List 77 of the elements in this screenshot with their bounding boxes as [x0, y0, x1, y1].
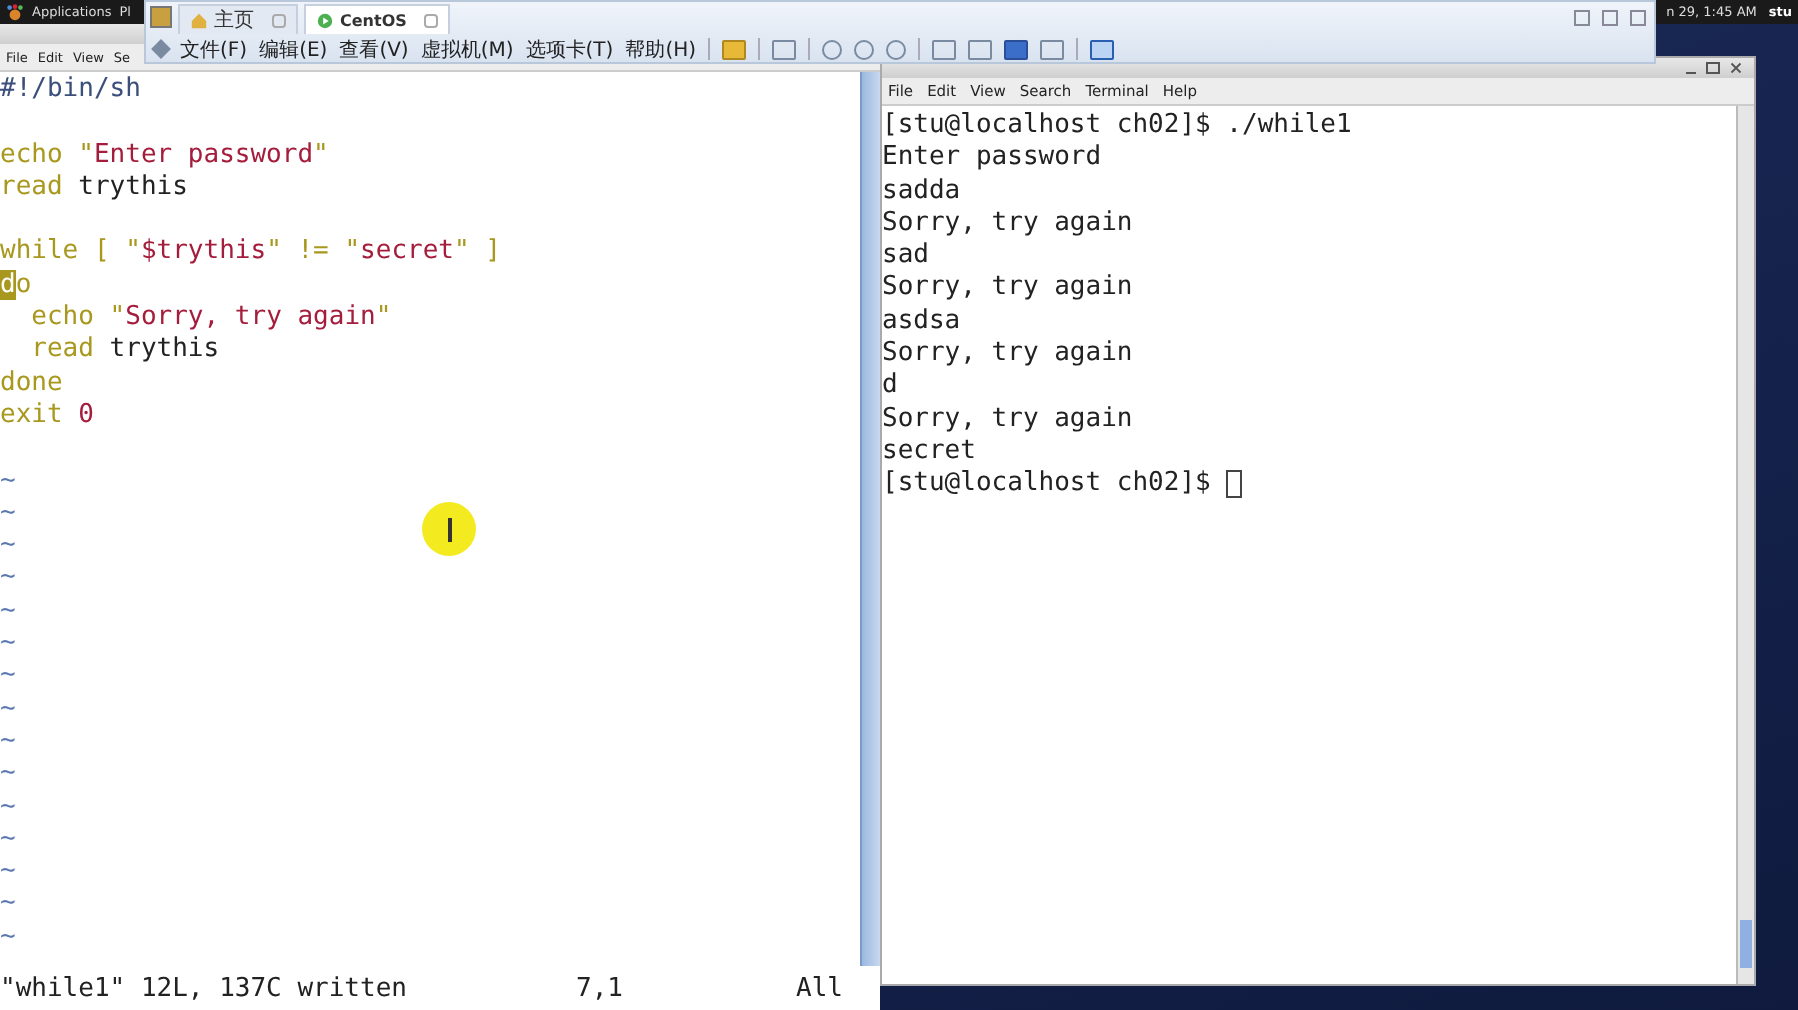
empty-line-marker: ~ — [0, 660, 16, 694]
code-text: read — [29, 334, 96, 365]
code-text: " ] — [454, 236, 501, 267]
code-text: secret — [360, 236, 455, 267]
menu-item[interactable]: 选项卡(T) — [525, 35, 614, 63]
code-text: exit — [0, 399, 65, 430]
terminal-line: Sorry, try again — [882, 403, 1135, 436]
status-message: "while1" 12L, 137C written — [0, 973, 409, 1003]
code-text: o — [15, 269, 32, 300]
empty-line-marker: ~ — [0, 921, 16, 955]
terminal-line: Sorry, try again — [882, 207, 1135, 241]
terminal-line: [stu@localhost ch02]$ — [882, 468, 1213, 502]
code-text: 0 — [78, 399, 94, 430]
code-text: echo — [0, 139, 65, 170]
scrollbar[interactable] — [1736, 106, 1754, 984]
menu-item[interactable]: 编辑(E) — [259, 35, 328, 63]
scroll-position: All — [796, 973, 843, 1003]
terminal-line: asdsa — [882, 305, 963, 339]
play-icon — [316, 11, 334, 29]
circle-icon[interactable] — [886, 39, 907, 59]
empty-line-marker: ~ — [0, 693, 16, 726]
window-icon[interactable] — [1040, 39, 1065, 59]
code-text: #!/bin/sh — [0, 74, 141, 104]
window-icon[interactable] — [932, 39, 957, 59]
scrollbar[interactable] — [860, 72, 880, 966]
code-text: while [ " — [0, 236, 141, 267]
tab[interactable]: 主页 — [178, 4, 298, 34]
empty-line-marker: ~ — [0, 562, 16, 596]
code-text: d — [0, 269, 16, 300]
scrollbar-thumb[interactable] — [1740, 920, 1752, 968]
text-cursor — [1226, 470, 1243, 499]
menu-item[interactable]: 查看(V) — [339, 35, 409, 63]
menu-item[interactable]: 帮助(H) — [625, 35, 697, 63]
empty-line-marker: ~ — [0, 595, 16, 629]
code-text: trythis — [109, 334, 220, 365]
code-text: " != " — [266, 236, 361, 267]
terminal-line: sad — [882, 240, 931, 273]
empty-line-marker: ~ — [0, 856, 16, 889]
terminal-line: Enter password — [882, 142, 1104, 176]
window-icon[interactable] — [968, 39, 993, 59]
fullscreen-icon[interactable] — [1004, 39, 1029, 59]
code-text: Sorry, try again — [125, 302, 376, 333]
code-text: Enter password — [93, 139, 314, 170]
terminal-line: Sorry, try again — [882, 338, 1135, 371]
empty-line-marker: ~ — [0, 530, 16, 563]
terminal-line: Sorry, try again — [882, 272, 1135, 306]
app-logo-icon — [150, 6, 172, 28]
footprint-icon — [6, 3, 24, 21]
cursor-position: 7,1 — [576, 973, 625, 1003]
monitor-icon[interactable] — [1090, 39, 1115, 59]
code-text: " — [313, 139, 329, 170]
empty-line-marker: ~ — [0, 823, 16, 857]
empty-line-marker: ~ — [0, 628, 16, 661]
empty-line-marker: ~ — [0, 791, 16, 824]
code-text: $trythis — [140, 236, 267, 267]
code-text: echo — [29, 302, 96, 333]
house-icon — [190, 11, 208, 29]
empty-line-marker: ~ — [0, 465, 16, 498]
menu-item[interactable]: 文件(F) — [180, 35, 248, 63]
circle-icon[interactable] — [854, 39, 875, 59]
code-text: read — [0, 171, 65, 202]
code-text: " — [375, 302, 392, 333]
code-text: done — [0, 367, 63, 398]
empty-line-marker: ~ — [0, 497, 16, 531]
terminal-line: secret — [882, 435, 978, 469]
menu-item[interactable]: 虚拟机(M) — [420, 35, 514, 63]
tab[interactable]: CentOS — [304, 4, 451, 34]
terminal-line: sadda — [882, 175, 963, 208]
code-text: " — [78, 139, 94, 170]
pause-icon[interactable] — [722, 39, 747, 59]
empty-line-marker: ~ — [0, 758, 16, 792]
code-text: trythis — [78, 171, 188, 202]
terminal-line: [stu@localhost ch02]$ ./while1 — [882, 110, 1354, 143]
terminal-line: d — [882, 370, 900, 404]
empty-line-marker: ~ — [0, 725, 16, 759]
code-text: " — [109, 302, 126, 333]
empty-line-marker: ~ — [0, 888, 16, 922]
